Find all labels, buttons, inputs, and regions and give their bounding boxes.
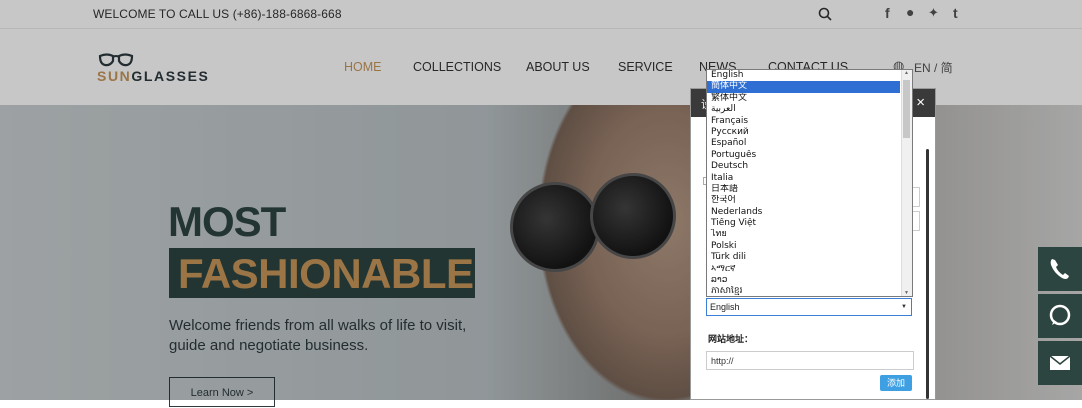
- close-icon[interactable]: ×: [916, 94, 925, 111]
- phone-icon: [1050, 259, 1069, 279]
- phone-contact-button[interactable]: [1038, 247, 1082, 291]
- language-option[interactable]: English: [707, 70, 900, 81]
- language-option[interactable]: Italia: [707, 173, 900, 184]
- email-contact-button[interactable]: [1038, 341, 1082, 385]
- language-option[interactable]: Português: [707, 150, 900, 161]
- language-option[interactable]: 한국어: [707, 195, 900, 206]
- language-select[interactable]: English ▼: [706, 298, 912, 316]
- scroll-up-icon[interactable]: ▲: [904, 70, 909, 76]
- chevron-down-icon: ▼: [901, 304, 907, 310]
- language-option[interactable]: ኣማርኛ: [707, 264, 900, 275]
- dialog-field-edge[interactable]: [913, 187, 920, 207]
- language-option[interactable]: العربية: [707, 104, 900, 115]
- language-option[interactable]: Deutsch: [707, 161, 900, 172]
- language-option[interactable]: Français: [707, 116, 900, 127]
- language-option[interactable]: ລາວ: [707, 275, 900, 286]
- language-option[interactable]: Español: [707, 138, 900, 149]
- dialog-scrollbar[interactable]: [926, 149, 929, 399]
- language-option[interactable]: Русский: [707, 127, 900, 138]
- language-option[interactable]: 繁体中文: [707, 93, 900, 104]
- add-button[interactable]: 添加: [880, 375, 912, 391]
- scroll-down-icon[interactable]: ▼: [904, 290, 909, 296]
- language-option[interactable]: ភាសាខ្មែរ: [707, 286, 900, 296]
- scroll-thumb[interactable]: [903, 80, 910, 138]
- dialog-field-edge[interactable]: [913, 211, 920, 231]
- language-option[interactable]: 簡体中文: [707, 81, 900, 93]
- language-dropdown-list[interactable]: English 簡体中文 繁体中文 العربية Français Русский Esp…: [706, 69, 913, 297]
- whatsapp-contact-button[interactable]: [1038, 294, 1082, 338]
- url-label: 网站地址：: [708, 334, 754, 344]
- url-input[interactable]: [706, 351, 914, 370]
- dropdown-scrollbar[interactable]: ▲ ▼: [901, 70, 912, 296]
- language-option[interactable]: ไทย: [707, 229, 900, 240]
- language-option[interactable]: Türk dili: [707, 252, 900, 263]
- language-option[interactable]: Tiếng Việt: [707, 218, 900, 229]
- language-option[interactable]: Polski: [707, 241, 900, 252]
- whatsapp-icon: [1049, 304, 1071, 326]
- email-icon: [1049, 355, 1071, 370]
- language-option[interactable]: 日本語: [707, 184, 900, 195]
- language-option[interactable]: Nederlands: [707, 207, 900, 218]
